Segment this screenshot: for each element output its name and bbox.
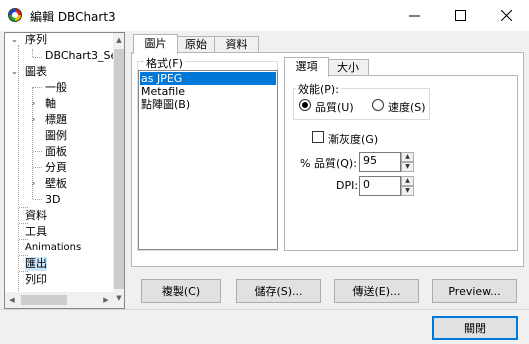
quality-radio-label[interactable]: 品質(U) [315,99,354,115]
scroll-thumb[interactable] [114,49,124,289]
title-bar: 編輯 DBChart3 [0,0,529,31]
quality-input[interactable]: 95 [359,152,401,172]
format-label: 格式(F) [144,55,185,71]
performance-label: 效能(P): [296,81,341,97]
teechart-app-icon [8,8,22,22]
close-icon [500,10,512,21]
scroll-down-icon[interactable]: ▼ [113,291,124,305]
scroll-left-icon[interactable]: ◀ [5,292,19,308]
tree-item-animations[interactable]: Animations [25,241,81,255]
close-button[interactable]: 關閉 [432,316,518,340]
tree-item-export[interactable]: 匯出 [25,257,47,271]
quality-spinner[interactable]: ▲ ▼ [401,152,414,172]
quality-radio[interactable] [299,99,311,111]
scroll-up-icon[interactable]: ▲ [113,33,124,47]
expand-icon[interactable]: › [29,116,38,125]
copy-button[interactable]: 複製(C) [141,279,221,303]
tree-item-tools[interactable]: 工具 [25,225,47,239]
send-button[interactable]: 傳送(E)... [334,279,419,303]
collapse-icon[interactable]: ⌄ [10,36,19,45]
maximize-button[interactable] [437,0,483,31]
dpi-input[interactable]: 0 [359,176,401,196]
tree-item-data[interactable]: 資料 [25,209,47,223]
settings-tree[interactable]: ⌄ 序列 DBChart3_Se ⌄ 圖表 一般 › 軸 › 標題 圖例 面板 … [4,32,125,309]
tree-item-titles[interactable]: 標題 [45,113,67,127]
tree-item-3d[interactable]: 3D [45,193,60,207]
save-button[interactable]: 儲存(S)... [236,279,321,303]
close-window-button[interactable] [483,0,529,31]
format-item-bitmap[interactable]: 點陣圖(B) [140,98,276,111]
expand-icon[interactable]: › [29,180,38,189]
minimize-button[interactable] [391,0,437,31]
tree-vertical-scrollbar[interactable]: ▲ ▼ [113,33,124,308]
scroll-right-icon[interactable]: ▶ [99,292,113,308]
tree-item-general[interactable]: 一般 [45,81,67,95]
tree-item-walls[interactable]: 壁板 [45,177,67,191]
minimize-icon [408,15,420,17]
tree-item-axis[interactable]: 軸 [45,97,56,111]
spin-up-icon[interactable]: ▲ [401,176,414,186]
speed-radio[interactable] [372,99,384,111]
tree-horizontal-scrollbar[interactable]: ◀ ▶ [5,292,113,308]
scroll-thumb[interactable] [21,295,67,305]
spin-down-icon[interactable]: ▼ [401,186,414,196]
quality-field-label: % 品質(Q): [300,157,357,170]
tree-item-legend[interactable]: 圖例 [45,129,67,143]
spin-down-icon[interactable]: ▼ [401,162,414,172]
format-list[interactable]: as JPEG Metafile 點陣圖(B) [138,70,278,250]
speed-radio-label[interactable]: 速度(S) [388,99,426,115]
grayscale-checkbox[interactable] [312,131,324,143]
dpi-spinner[interactable]: ▲ ▼ [401,176,414,196]
tab-image[interactable]: 圖片 [133,34,178,54]
maximize-icon [454,10,466,21]
collapse-icon[interactable]: ⌄ [10,68,19,77]
tree-item-chart[interactable]: 圖表 [25,65,47,79]
preview-button[interactable]: Preview... [432,279,517,303]
format-item-jpeg[interactable]: as JPEG [140,72,276,85]
grayscale-label[interactable]: 漸灰度(G) [328,131,378,147]
dpi-label: DPI: [336,179,359,192]
spin-up-icon[interactable]: ▲ [401,152,414,162]
tab-options[interactable]: 選項 [284,57,329,77]
tree-item-panel[interactable]: 面板 [45,145,67,159]
expand-icon[interactable]: › [29,100,38,109]
footer-separator [0,309,529,310]
format-item-metafile[interactable]: Metafile [140,85,276,98]
tree-item-dbchart3-series[interactable]: DBChart3_Se [45,49,117,63]
tree-item-series[interactable]: 序列 [25,33,47,47]
tree-item-paging[interactable]: 分頁 [45,161,67,175]
tree-item-print[interactable]: 列印 [25,273,47,287]
window-title: 編輯 DBChart3 [30,10,116,24]
